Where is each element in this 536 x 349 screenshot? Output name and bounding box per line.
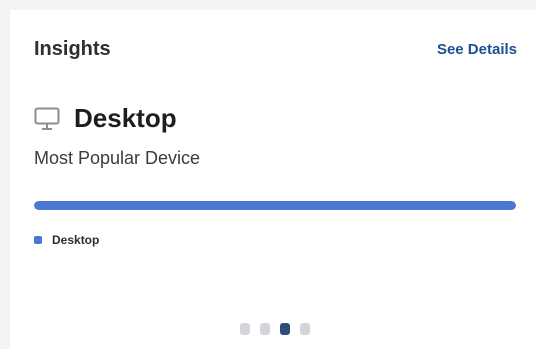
monitor-icon	[34, 107, 60, 131]
carousel-dot[interactable]	[260, 323, 270, 335]
see-details-link[interactable]: See Details	[437, 41, 517, 58]
carousel-dot[interactable]	[280, 323, 290, 335]
legend-label: Desktop	[52, 233, 100, 247]
card-title: Insights	[34, 38, 111, 60]
legend-swatch	[34, 236, 42, 244]
device-heading: Desktop	[34, 103, 177, 134]
device-share-bar	[34, 201, 516, 210]
insights-card: Insights See Details Desktop Most Popula…	[10, 10, 536, 349]
carousel-pagination	[240, 323, 310, 335]
device-share-bar-fill	[34, 201, 516, 210]
carousel-dot[interactable]	[240, 323, 250, 335]
carousel-dot[interactable]	[300, 323, 310, 335]
device-name: Desktop	[74, 103, 177, 133]
legend: Desktop	[34, 233, 99, 247]
device-subtitle: Most Popular Device	[34, 148, 201, 168]
